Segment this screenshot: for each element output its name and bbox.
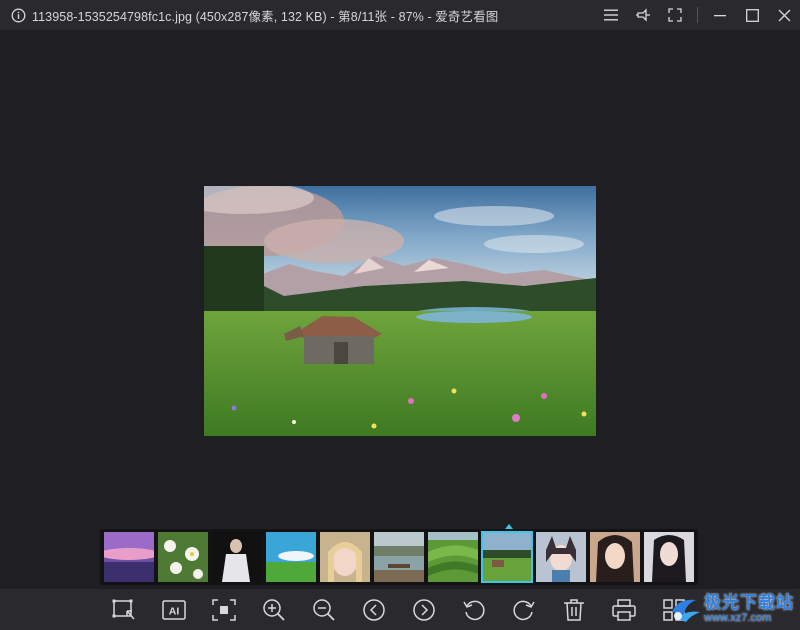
ai-label: AI — [169, 606, 180, 618]
thumbnail-4[interactable] — [266, 532, 316, 582]
window-title: 113958-1535254798fc1c.jpg (450x287像素, 13… — [32, 9, 499, 24]
thumbnail-9[interactable] — [536, 532, 586, 582]
info-icon[interactable] — [11, 8, 26, 23]
thumbnail-8-active[interactable] — [481, 531, 533, 583]
thumbnail-7[interactable] — [428, 532, 478, 582]
thumbnail-6[interactable] — [374, 532, 424, 582]
ai-icon[interactable]: AI — [161, 597, 187, 623]
watermark-title: 极光下载站 — [704, 593, 794, 612]
next-icon[interactable] — [411, 597, 437, 623]
pin-icon[interactable] — [627, 0, 659, 30]
thumbnail-1[interactable] — [104, 532, 154, 582]
thumbnail-3[interactable] — [212, 532, 262, 582]
watermark-logo-icon — [668, 594, 702, 624]
divider — [697, 7, 698, 23]
thumbnail-10[interactable] — [590, 532, 640, 582]
delete-icon[interactable] — [561, 597, 587, 623]
zoom-in-icon[interactable] — [261, 597, 287, 623]
rotate-left-icon[interactable] — [461, 597, 487, 623]
main-image[interactable] — [204, 186, 596, 436]
image-viewer-canvas[interactable] — [0, 30, 800, 528]
zoom-out-icon[interactable] — [311, 597, 337, 623]
thumbnail-strip — [100, 529, 698, 585]
title-bar: 113958-1535254798fc1c.jpg (450x287像素, 13… — [0, 0, 800, 30]
menu-icon[interactable] — [595, 0, 627, 30]
site-watermark: 极光下载站 www.xz7.com — [668, 594, 794, 624]
thumbnail-2[interactable] — [158, 532, 208, 582]
print-icon[interactable] — [611, 597, 637, 623]
fullscreen-icon[interactable] — [659, 0, 691, 30]
previous-icon[interactable] — [361, 597, 387, 623]
thumbnail-11[interactable] — [644, 532, 694, 582]
watermark-url: www.xz7.com — [704, 612, 772, 624]
minimize-icon[interactable] — [704, 0, 736, 30]
rotate-right-icon[interactable] — [511, 597, 537, 623]
crop-select-icon[interactable] — [111, 597, 137, 623]
maximize-icon[interactable] — [736, 0, 768, 30]
thumbnail-5[interactable] — [320, 532, 370, 582]
actual-size-icon[interactable] — [211, 597, 237, 623]
close-icon[interactable] — [768, 0, 800, 30]
